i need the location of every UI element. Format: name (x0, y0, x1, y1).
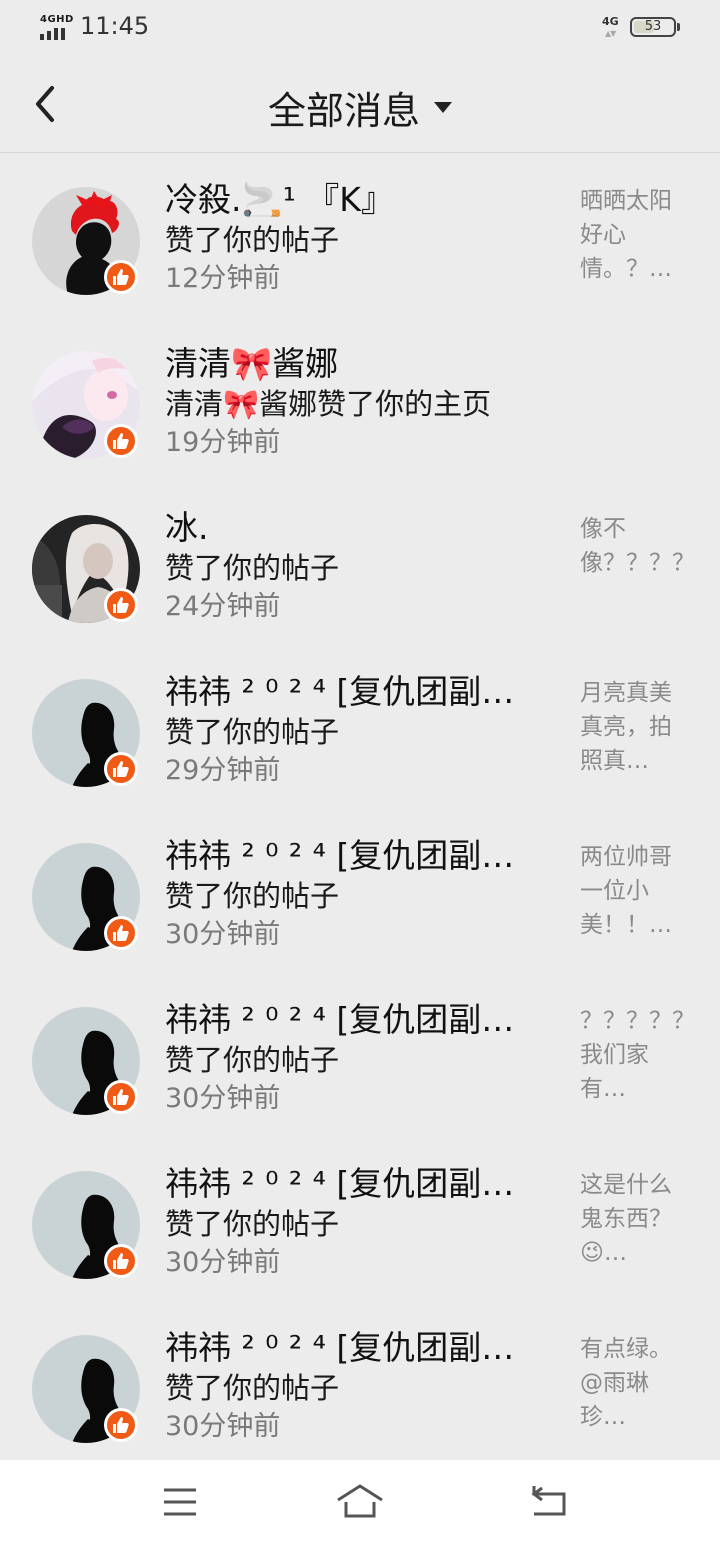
home-icon (337, 1484, 383, 1518)
like-badge (104, 588, 138, 622)
timestamp: 12分钟前 (165, 263, 281, 294)
thumbs-up-icon (113, 1417, 129, 1433)
status-time: 11:45 (80, 12, 150, 40)
battery-icon: 53 (630, 17, 680, 37)
notification-item[interactable]: 祎祎 ² ⁰ ² ⁴ [复仇团副… 赞了你的帖子 30分钟前 有点绿。@雨琳珍… (0, 1302, 720, 1466)
status-bar: 4GHD 11:45 4G ▲▼ 53 (0, 0, 720, 56)
like-badge (104, 1080, 138, 1114)
notification-item[interactable]: 冰. 赞了你的帖子 24分钟前 像不像？？？？？？？… (0, 482, 720, 646)
action-text: 赞了你的帖子 (165, 551, 340, 585)
sender-name: 祎祎 ² ⁰ ² ⁴ [复仇团副… (165, 1164, 515, 1203)
timestamp: 30分钟前 (165, 1411, 281, 1442)
post-preview[interactable]: ？？？？？，我们家有… (580, 1004, 684, 1106)
sender-name: 祎祎 ² ⁰ ² ⁴ [复仇团副… (165, 836, 515, 875)
thumbs-up-icon (113, 925, 129, 941)
like-badge (104, 260, 138, 294)
post-preview[interactable]: 两位帅哥一位小美！！… (580, 840, 684, 942)
action-text: 赞了你的帖子 (165, 223, 340, 257)
timestamp: 24分钟前 (165, 591, 281, 622)
sender-name: 冷殺.🚬¹ 『K』 (165, 180, 394, 219)
sender-name: 祎祎 ² ⁰ ² ⁴ [复仇团副… (165, 1328, 515, 1367)
action-text: 赞了你的帖子 (165, 1207, 340, 1241)
action-text: 赞了你的帖子 (165, 879, 340, 913)
action-text: 清清🎀酱娜赞了你的主页 (165, 387, 492, 421)
thumbs-up-icon (113, 597, 129, 613)
battery-level: 53 (644, 19, 662, 34)
notification-list: 冷殺.🚬¹ 『K』 赞了你的帖子 12分钟前 晒晒太阳好心情。？… 清清🎀酱娜 … (0, 154, 720, 1466)
thumbs-up-icon (113, 269, 129, 285)
header: 全部消息 (0, 56, 720, 153)
sender-name: 祎祎 ² ⁰ ² ⁴ [复仇团副… (165, 672, 515, 711)
notification-item[interactable]: 祎祎 ² ⁰ ² ⁴ [复仇团副… 赞了你的帖子 30分钟前 这是什么鬼东西？😉… (0, 1138, 720, 1302)
timestamp: 29分钟前 (165, 755, 281, 786)
post-preview[interactable] (580, 348, 684, 450)
menu-icon (164, 1488, 196, 1516)
title-dropdown[interactable]: 全部消息 (0, 80, 720, 135)
system-nav-bar (0, 1460, 720, 1544)
timestamp: 30分钟前 (165, 919, 281, 950)
caret-down-icon (434, 102, 452, 113)
data-network-indicator: 4G ▲▼ (602, 15, 619, 38)
action-text: 赞了你的帖子 (165, 1043, 340, 1077)
back-icon (531, 1486, 566, 1516)
action-text: 赞了你的帖子 (165, 1371, 340, 1405)
sender-name: 祎祎 ² ⁰ ² ⁴ [复仇团副… (165, 1000, 515, 1039)
timestamp: 30分钟前 (165, 1083, 281, 1114)
back-nav-button[interactable] (520, 1482, 580, 1522)
like-badge (104, 1408, 138, 1442)
timestamp: 19分钟前 (165, 427, 281, 458)
notification-item[interactable]: 冷殺.🚬¹ 『K』 赞了你的帖子 12分钟前 晒晒太阳好心情。？… (0, 154, 720, 318)
screen: 4GHD 11:45 4G ▲▼ 53 全部消息 冷殺.🚬¹ 『K』 赞了你的帖… (0, 0, 720, 1544)
thumbs-up-icon (113, 433, 129, 449)
like-badge (104, 916, 138, 950)
like-badge (104, 1244, 138, 1278)
signal-icon: 4GHD (40, 14, 74, 40)
home-button[interactable] (330, 1482, 390, 1522)
like-badge (104, 752, 138, 786)
action-text: 赞了你的帖子 (165, 715, 340, 749)
page-title: 全部消息 (267, 89, 420, 133)
network-type: 4GHD (40, 14, 74, 25)
like-badge (104, 424, 138, 458)
notification-item[interactable]: 祎祎 ² ⁰ ² ⁴ [复仇团副… 赞了你的帖子 29分钟前 月亮真美真亮，拍照… (0, 646, 720, 810)
post-preview[interactable]: 晒晒太阳好心情。？… (580, 184, 684, 286)
post-preview[interactable]: 月亮真美真亮，拍照真… (580, 676, 684, 778)
sender-name: 冰. (165, 508, 209, 547)
menu-button[interactable] (150, 1482, 210, 1522)
notification-item[interactable]: 祎祎 ² ⁰ ² ⁴ [复仇团副… 赞了你的帖子 30分钟前 两位帅哥一位小美！… (0, 810, 720, 974)
notification-item[interactable]: 祎祎 ² ⁰ ² ⁴ [复仇团副… 赞了你的帖子 30分钟前 ？？？？？，我们家… (0, 974, 720, 1138)
timestamp: 30分钟前 (165, 1247, 281, 1278)
sender-name: 清清🎀酱娜 (165, 344, 339, 383)
post-preview[interactable]: 这是什么鬼东西？😉… (580, 1168, 684, 1270)
thumbs-up-icon (113, 761, 129, 777)
notification-item[interactable]: 清清🎀酱娜 清清🎀酱娜赞了你的主页 19分钟前 (0, 318, 720, 482)
thumbs-up-icon (113, 1089, 129, 1105)
thumbs-up-icon (113, 1253, 129, 1269)
post-preview[interactable]: 像不像？？？？？？？… (580, 512, 684, 614)
post-preview[interactable]: 有点绿。@雨琳珍… (580, 1332, 684, 1434)
